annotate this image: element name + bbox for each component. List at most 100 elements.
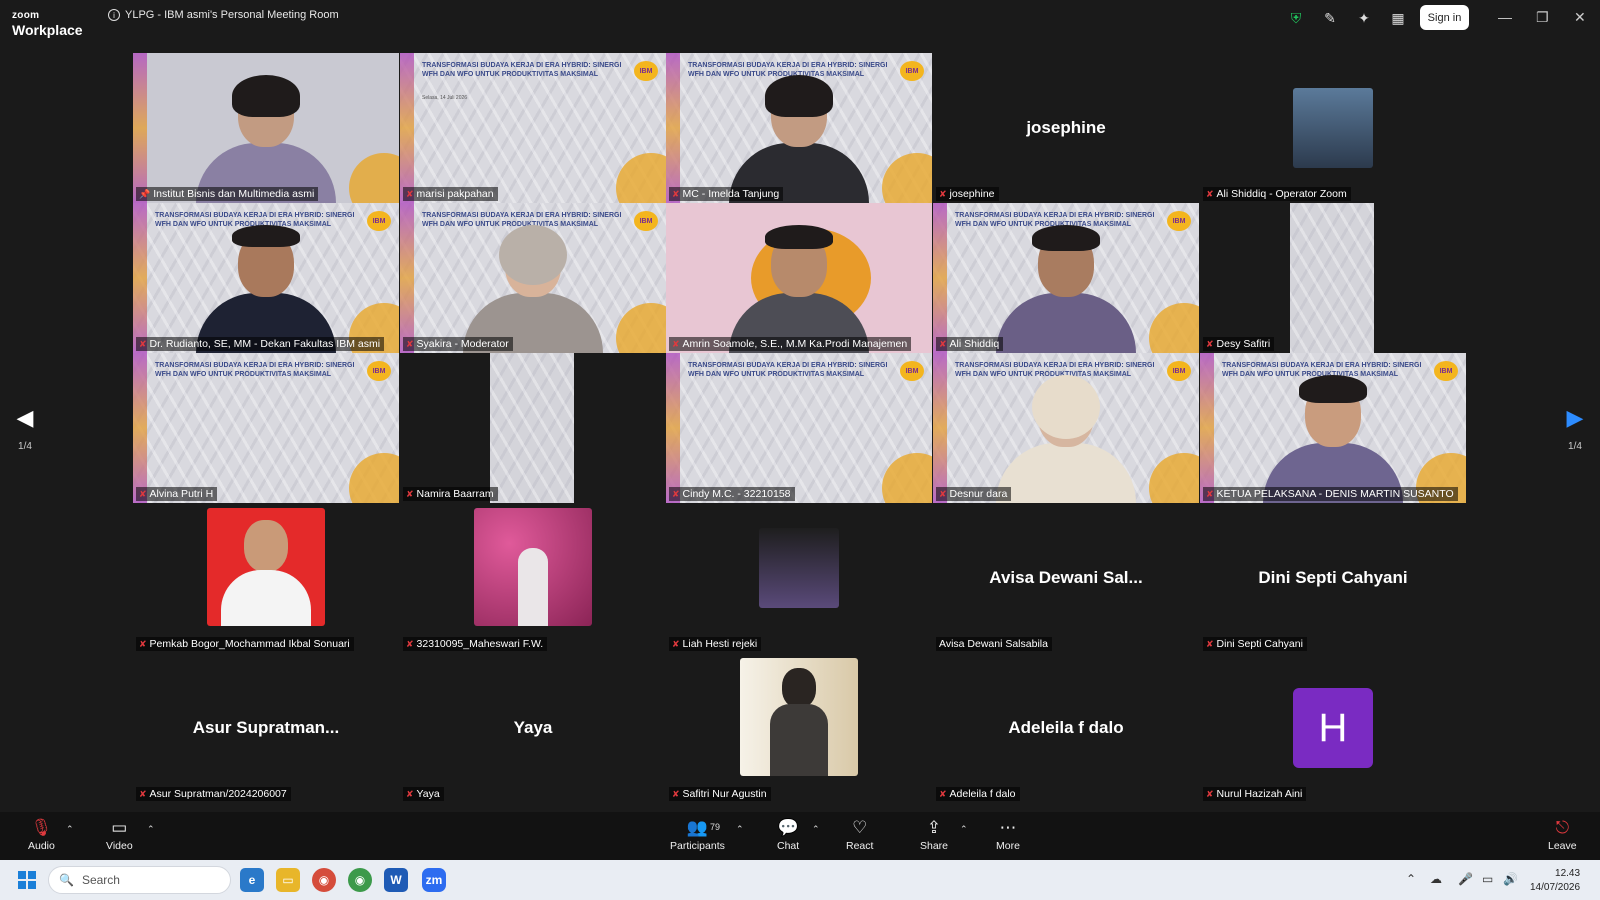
video-tile[interactable]: ✘ 32310095_Maheswari F.W.	[400, 503, 666, 653]
close-icon[interactable]: ✕	[1574, 9, 1586, 26]
video-tile[interactable]: ✘ Desy Safitri	[1200, 203, 1466, 353]
video-tile[interactable]: Transformasi Budaya Kerja di Era Hybrid:…	[400, 203, 666, 353]
video-tile[interactable]: ✘ Amrin Soamole, S.E., M.M Ka.Prodi Manaj…	[666, 203, 932, 353]
tray-overflow-icon[interactable]: ⌃	[1406, 872, 1416, 886]
participant-video	[196, 225, 336, 353]
ibm-logo: IBM	[900, 361, 924, 381]
chat-button[interactable]: 💬 Chat	[777, 818, 799, 852]
video-tile[interactable]: Transformasi Budaya Kerja di Era Hybrid:…	[666, 53, 932, 203]
video-options-caret-icon[interactable]: ⌃	[147, 824, 155, 835]
more-dots-icon: ⋯	[999, 818, 1017, 837]
edge-browser-icon[interactable]: e	[240, 868, 264, 892]
share-options-caret-icon[interactable]: ⌃	[960, 824, 968, 835]
whiteboard-pen-icon[interactable]: ✎	[1320, 8, 1340, 28]
windows-taskbar: 🔍 Search e ▭ ◉ ◉ W zm ⌃ ☁ 🎤 ▭ 🔊 12.43 14…	[0, 860, 1600, 900]
taskbar-search-input[interactable]: 🔍 Search	[48, 866, 231, 894]
participants-label: Participants	[670, 840, 725, 852]
mic-muted-icon: ✘	[139, 338, 147, 349]
video-tile[interactable]: Avisa Dewani Sal... Avisa Dewani Salsabi…	[933, 503, 1199, 653]
windows-start-icon[interactable]	[18, 871, 36, 889]
profile-photo	[207, 508, 325, 626]
video-tile[interactable]: Asur Supratman... ✘ Asur Supratman/202420…	[133, 653, 399, 803]
video-tile[interactable]: ✘ Safitri Nur Agustin	[666, 653, 932, 803]
participant-display-name: Yaya	[513, 718, 553, 737]
network-icon[interactable]: ▭	[1482, 872, 1493, 886]
video-tile[interactable]: H ✘ Nurul Hazizah Aini	[1200, 653, 1466, 803]
next-page-button[interactable]: ▶ 1/4	[1550, 390, 1600, 466]
chat-options-caret-icon[interactable]: ⌃	[812, 824, 820, 835]
react-button[interactable]: ♡ React	[846, 818, 873, 852]
shield-icon[interactable]: ⛨	[1286, 8, 1306, 28]
meeting-toolbar: 🎙 Audio ⌃ ▭ Video ⌃ 👥 Participants 79 ⌃ …	[0, 812, 1600, 860]
mic-muted-icon: ✘	[672, 638, 680, 649]
word-icon[interactable]: W	[384, 868, 408, 892]
share-button[interactable]: ⇪ Share	[920, 818, 948, 852]
ai-companion-icon[interactable]: ✦	[1354, 8, 1374, 28]
page-indicator-left: 1/4	[18, 440, 32, 452]
heart-icon: ♡	[852, 818, 868, 837]
audio-options-caret-icon[interactable]: ⌃	[66, 824, 74, 835]
leave-button[interactable]: ⎋ Leave	[1548, 818, 1577, 852]
previous-page-button[interactable]: ◀ 1/4	[0, 390, 50, 466]
zoom-app-icon[interactable]: zm	[422, 868, 446, 892]
share-screen-icon: ⇪	[926, 818, 942, 837]
ibm-logo: IBM	[1167, 361, 1191, 381]
mic-muted-icon: ✘	[1206, 188, 1214, 199]
video-tile[interactable]: Transformasi Budaya Kerja di Era Hybrid:…	[133, 203, 399, 353]
participant-name: Institut Bisnis dan Multimedia asmi	[153, 188, 315, 200]
participant-name: Cindy M.C. - 32210158	[682, 488, 791, 500]
participant-video	[729, 75, 869, 203]
video-tile[interactable]: 📌 Institut Bisnis dan Multimedia asmi	[133, 53, 399, 203]
zoom-logo: zoom Workplace	[12, 6, 83, 38]
mic-muted-icon: ✘	[672, 788, 680, 799]
audio-label: Audio	[28, 840, 55, 852]
slide-title: Transformasi Budaya Kerja di Era Hybrid:…	[688, 362, 888, 379]
video-tile[interactable]: ✘ Liah Hesti rejeki	[666, 503, 932, 653]
video-tile[interactable]: ✘ Ali Shiddiq - Operator Zoom	[1200, 53, 1466, 203]
ibm-logo: IBM	[367, 361, 391, 381]
microphone-icon[interactable]: 🎤	[1458, 872, 1473, 886]
participant-name: 32310095_Maheswari F.W.	[416, 638, 544, 650]
chrome-icon[interactable]: ◉	[312, 868, 336, 892]
participants-options-caret-icon[interactable]: ⌃	[736, 824, 744, 835]
participant-name: Liah Hesti rejeki	[682, 638, 758, 650]
sign-in-button[interactable]: Sign in	[1420, 5, 1469, 30]
apps-grid-icon[interactable]: ▦	[1388, 8, 1408, 28]
volume-icon[interactable]: 🔊	[1503, 872, 1518, 886]
share-label: Share	[920, 840, 949, 852]
system-clock[interactable]: 12.43 14/07/2026	[1530, 867, 1580, 895]
audio-button[interactable]: 🎙 Audio	[28, 818, 55, 852]
minimize-icon[interactable]: —	[1498, 9, 1512, 25]
participant-video	[490, 353, 574, 503]
leave-door-icon: ⎋	[1555, 818, 1570, 837]
video-tile[interactable]: Transformasi Budaya Kerja di Era Hybrid:…	[1200, 353, 1466, 503]
react-label: React	[846, 840, 874, 852]
leave-label: Leave	[1548, 840, 1577, 852]
participant-display-name: Asur Supratman...	[192, 718, 340, 737]
info-icon[interactable]: i	[108, 9, 120, 21]
video-tile[interactable]: Transformasi Budaya Kerja di Era Hybrid:…	[933, 353, 1199, 503]
chrome-profile-icon[interactable]: ◉	[348, 868, 372, 892]
more-button[interactable]: ⋯ More	[996, 818, 1020, 852]
profile-photo	[474, 508, 592, 626]
video-tile[interactable]: Transformasi Budaya Kerja di Era Hybrid:…	[133, 353, 399, 503]
video-tile[interactable]: Yaya ✘ Yaya	[400, 653, 666, 803]
file-explorer-icon[interactable]: ▭	[276, 868, 300, 892]
video-tile[interactable]: Transformasi Budaya Kerja di Era Hybrid:…	[400, 53, 666, 203]
clock-date: 14/07/2026	[1530, 882, 1581, 893]
participant-name: Syakira - Moderator	[416, 338, 509, 350]
video-tile[interactable]: Transformasi Budaya Kerja di Era Hybrid:…	[933, 203, 1199, 353]
video-tile[interactable]: ✘ Pemkab Bogor_Mochammad Ikbal Sonuari	[133, 503, 399, 653]
onedrive-cloud-icon[interactable]: ☁	[1430, 872, 1442, 886]
video-tile[interactable]: ✘ Namira Baarram	[400, 353, 666, 503]
restore-icon[interactable]: ❐	[1536, 9, 1549, 26]
mic-muted-icon: ✘	[939, 188, 947, 199]
mic-muted-icon: ✘	[1206, 488, 1214, 499]
video-tile[interactable]: Dini Septi Cahyani ✘ Dini Septi Cahyani	[1200, 503, 1466, 653]
video-tile[interactable]: Transformasi Budaya Kerja di Era Hybrid:…	[666, 353, 932, 503]
video-tile[interactable]: Adeleila f dalo ✘ Adeleila f dalo	[933, 653, 1199, 803]
meeting-info[interactable]: i YLPG - IBM asmi's Personal Meeting Roo…	[108, 9, 339, 21]
video-tile[interactable]: josephine ✘ josephine	[933, 53, 1199, 203]
video-button[interactable]: ▭ Video	[106, 818, 133, 852]
ibm-logo: IBM	[900, 61, 924, 81]
